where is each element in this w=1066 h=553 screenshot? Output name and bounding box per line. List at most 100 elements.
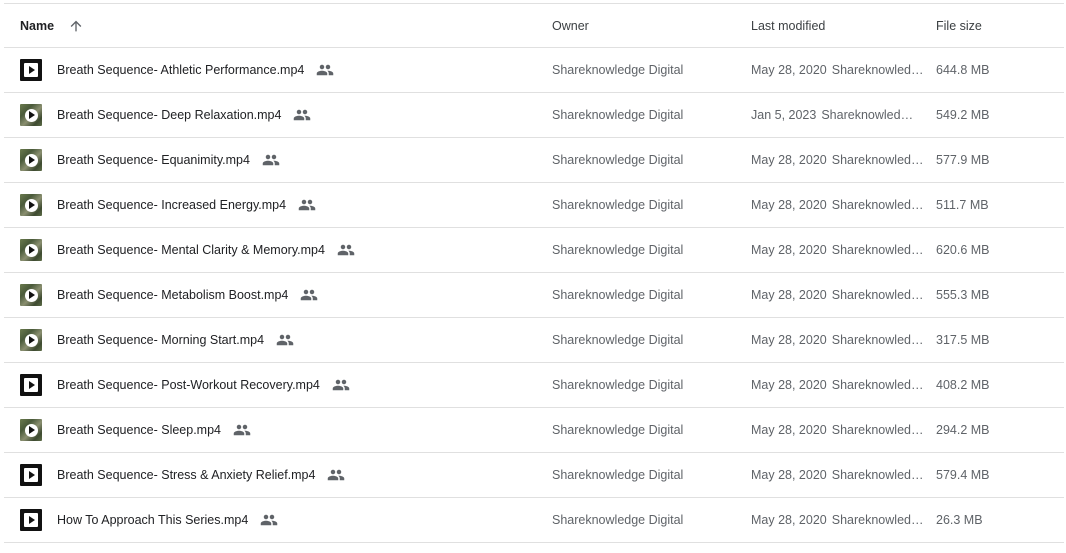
modified-by: Shareknowledge Digital [831, 333, 930, 347]
play-icon [24, 513, 38, 527]
modified-date: May 28, 2020 [751, 378, 827, 392]
owner-name: Shareknowledge Digital [552, 288, 684, 302]
modified-date: Jan 5, 2023 [751, 108, 817, 122]
play-icon [24, 198, 38, 212]
file-row[interactable]: Breath Sequence- Athletic Performance.mp… [4, 48, 1064, 93]
file-row[interactable]: Breath Sequence- Post-Workout Recovery.m… [4, 363, 1064, 408]
file-row[interactable]: How To Approach This Series.mp4 Shareknow… [4, 498, 1064, 543]
owner-name: Shareknowledge Digital [552, 63, 684, 77]
file-name-cell[interactable]: Breath Sequence- Increased Energy.mp4 [20, 183, 540, 227]
modified-by: Shareknowledge Digital [831, 423, 930, 437]
owner-cell: Shareknowledge Digital [552, 498, 742, 542]
file-name[interactable]: Breath Sequence- Sleep.mp4 [57, 423, 221, 437]
owner-cell: Shareknowledge Digital [552, 273, 742, 317]
file-name[interactable]: Breath Sequence- Post-Workout Recovery.m… [57, 378, 320, 392]
last-modified-cell: May 28, 2020 Shareknowledge Digital [751, 273, 931, 317]
file-name[interactable]: Breath Sequence- Morning Start.mp4 [57, 333, 264, 347]
file-row[interactable]: Breath Sequence- Sleep.mp4 Shareknowledge… [4, 408, 1064, 453]
file-size-cell: 317.5 MB [936, 318, 1056, 362]
file-row[interactable]: Breath Sequence- Stress & Anxiety Relief… [4, 453, 1064, 498]
video-thumbnail-icon [20, 104, 42, 126]
file-row[interactable]: Breath Sequence- Morning Start.mp4 Sharek… [4, 318, 1064, 363]
file-size-cell: 644.8 MB [936, 48, 1056, 92]
file-name[interactable]: Breath Sequence- Athletic Performance.mp… [57, 63, 304, 77]
people-icon [316, 63, 334, 77]
file-size: 579.4 MB [936, 468, 990, 482]
owner-cell: Shareknowledge Digital [552, 408, 742, 452]
file-name-cell[interactable]: Breath Sequence- Stress & Anxiety Relief… [20, 453, 540, 497]
file-row[interactable]: Breath Sequence- Mental Clarity & Memory… [4, 228, 1064, 273]
last-modified-cell: May 28, 2020 Shareknowledge Digital [751, 363, 931, 407]
owner-name: Shareknowledge Digital [552, 333, 684, 347]
video-thumbnail-icon [20, 59, 42, 81]
file-row[interactable]: Breath Sequence- Deep Relaxation.mp4 Shar… [4, 93, 1064, 138]
file-name-cell[interactable]: Breath Sequence- Mental Clarity & Memory… [20, 228, 540, 272]
owner-name: Shareknowledge Digital [552, 378, 684, 392]
last-modified-column-header[interactable]: Last modified [751, 4, 931, 47]
video-thumbnail-icon [20, 419, 42, 441]
arrow-up-icon[interactable] [68, 18, 84, 34]
modified-date: May 28, 2020 [751, 153, 827, 167]
play-icon [24, 63, 38, 77]
file-name[interactable]: How To Approach This Series.mp4 [57, 513, 248, 527]
last-modified-cell: Jan 5, 2023 Shareknowledge Digital [751, 93, 931, 137]
last-modified-cell: May 28, 2020 Shareknowledge Digital [751, 318, 931, 362]
file-name[interactable]: Breath Sequence- Mental Clarity & Memory… [57, 243, 325, 257]
last-modified-cell: May 28, 2020 Shareknowledge Digital [751, 48, 931, 92]
modified-by: Shareknowledge Digital [831, 378, 930, 392]
file-rows: Breath Sequence- Athletic Performance.mp… [4, 48, 1064, 543]
file-name-cell[interactable]: Breath Sequence- Athletic Performance.mp… [20, 48, 540, 92]
file-row[interactable]: Breath Sequence- Equanimity.mp4 Shareknow… [4, 138, 1064, 183]
last-modified-cell: May 28, 2020 Shareknowledge Digital [751, 228, 931, 272]
file-size-cell: 555.3 MB [936, 273, 1056, 317]
file-name-cell[interactable]: How To Approach This Series.mp4 [20, 498, 540, 542]
play-icon [24, 378, 38, 392]
modified-by: Shareknowledge Digital [831, 288, 930, 302]
file-name-cell[interactable]: Breath Sequence- Equanimity.mp4 [20, 138, 540, 182]
file-size-cell: 26.3 MB [936, 498, 1056, 542]
modified-date: May 28, 2020 [751, 468, 827, 482]
file-name[interactable]: Breath Sequence- Equanimity.mp4 [57, 153, 250, 167]
file-row[interactable]: Breath Sequence- Increased Energy.mp4 Sha… [4, 183, 1064, 228]
owner-name: Shareknowledge Digital [552, 423, 684, 437]
file-size-cell: 620.6 MB [936, 228, 1056, 272]
play-icon [24, 468, 38, 482]
modified-by: Shareknowledge Digital [831, 198, 930, 212]
owner-name: Shareknowledge Digital [552, 243, 684, 257]
play-icon [24, 423, 38, 437]
file-name[interactable]: Breath Sequence- Deep Relaxation.mp4 [57, 108, 281, 122]
file-size-cell: 577.9 MB [936, 138, 1056, 182]
owner-column-header[interactable]: Owner [552, 4, 742, 47]
people-icon [262, 153, 280, 167]
modified-by: Shareknowledge Digital [831, 153, 930, 167]
file-name-cell[interactable]: Breath Sequence- Deep Relaxation.mp4 [20, 93, 540, 137]
file-name-cell[interactable]: Breath Sequence- Morning Start.mp4 [20, 318, 540, 362]
file-size-column-header[interactable]: File size [936, 4, 1056, 47]
modified-by: Shareknowledge Digital [831, 243, 930, 257]
file-name-cell[interactable]: Breath Sequence- Sleep.mp4 [20, 408, 540, 452]
owner-name: Shareknowledge Digital [552, 198, 684, 212]
people-icon [233, 423, 251, 437]
file-size: 511.7 MB [936, 198, 989, 212]
owner-cell: Shareknowledge Digital [552, 183, 742, 227]
modified-by: Shareknowledge Digital [831, 513, 930, 527]
file-name[interactable]: Breath Sequence- Stress & Anxiety Relief… [57, 468, 315, 482]
file-list: Name Owner Last modified File size Breat… [4, 3, 1064, 543]
modified-date: May 28, 2020 [751, 243, 827, 257]
file-row[interactable]: Breath Sequence- Metabolism Boost.mp4 Sha… [4, 273, 1064, 318]
play-icon [24, 288, 38, 302]
name-column-header[interactable]: Name [20, 4, 540, 47]
file-name-cell[interactable]: Breath Sequence- Metabolism Boost.mp4 [20, 273, 540, 317]
people-icon [276, 333, 294, 347]
owner-cell: Shareknowledge Digital [552, 48, 742, 92]
owner-cell: Shareknowledge Digital [552, 363, 742, 407]
file-size: 577.9 MB [936, 153, 990, 167]
file-size-cell: 294.2 MB [936, 408, 1056, 452]
file-name[interactable]: Breath Sequence- Metabolism Boost.mp4 [57, 288, 288, 302]
file-name[interactable]: Breath Sequence- Increased Energy.mp4 [57, 198, 286, 212]
owner-name: Shareknowledge Digital [552, 108, 684, 122]
column-header-row: Name Owner Last modified File size [4, 4, 1064, 48]
file-size: 555.3 MB [936, 288, 990, 302]
file-name-cell[interactable]: Breath Sequence- Post-Workout Recovery.m… [20, 363, 540, 407]
modified-date: May 28, 2020 [751, 288, 827, 302]
